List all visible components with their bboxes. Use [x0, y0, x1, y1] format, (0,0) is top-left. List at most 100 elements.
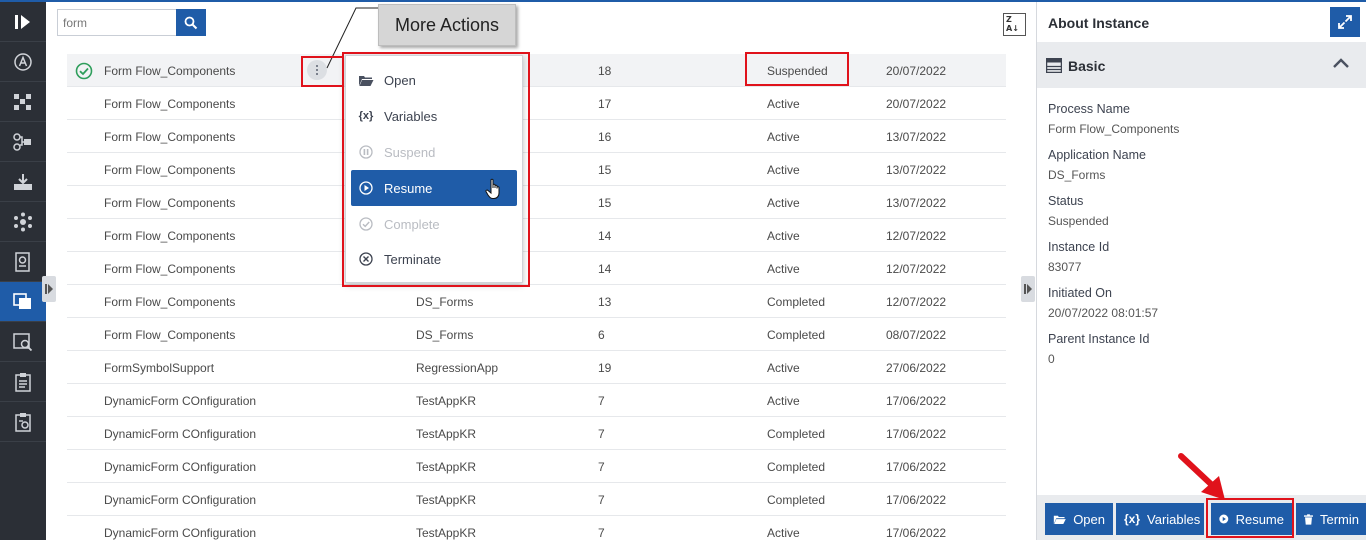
date: 17/06/2022: [886, 394, 947, 408]
flow-icon: [13, 132, 31, 151]
instance-count: 7: [598, 427, 605, 441]
date: 13/07/2022: [886, 130, 947, 144]
process-map-icon: [14, 93, 31, 110]
process-name: DynamicForm COnfiguration: [104, 493, 257, 507]
process-name: Form Flow_Components: [104, 295, 236, 309]
field-value: Form Flow_Components: [1048, 122, 1180, 136]
folder-open-icon: [359, 75, 374, 86]
table-row[interactable]: FormSymbolSupport RegressionApp 19 Activ…: [67, 351, 1006, 384]
instance-count: 13: [598, 295, 612, 309]
red-arrow-icon: [1178, 453, 1225, 500]
chevron-up-icon: [1333, 58, 1349, 68]
table-row[interactable]: DynamicForm COnfiguration TestAppKR 7 Co…: [67, 450, 1006, 483]
instance-count: 17: [598, 97, 612, 111]
menu-item-label: Suspend: [384, 144, 436, 160]
rail-item-reports[interactable]: [0, 242, 46, 282]
process-name: Form Flow_Components: [104, 130, 236, 144]
status: Active: [767, 262, 800, 276]
table-row[interactable]: Form Flow_Components DS_Forms 6 Complete…: [67, 318, 1006, 351]
process-name: Form Flow_Components: [104, 328, 236, 342]
table-row[interactable]: DynamicForm COnfiguration TestAppKR 7 Co…: [67, 483, 1006, 516]
table-row[interactable]: Form Flow_Components 17 Active 20/07/202…: [67, 87, 1006, 120]
field-value: 0: [1048, 352, 1055, 366]
resume-button-label: Resume: [1235, 511, 1284, 527]
trash-icon: [1304, 513, 1313, 525]
date: 12/07/2022: [886, 229, 947, 243]
table-row[interactable]: Form Flow_Components DS_Forms 13 Complet…: [67, 285, 1006, 318]
process-name: DynamicForm COnfiguration: [104, 526, 257, 540]
instance-table: Form Flow_Components 18 Suspended 20/07/…: [67, 54, 1006, 540]
field-value: 20/07/2022 08:01:57: [1048, 306, 1159, 320]
status: Active: [767, 526, 800, 540]
process-name: DynamicForm COnfiguration: [104, 394, 257, 408]
expand-left-panel-handle[interactable]: [42, 276, 56, 302]
status: Active: [767, 229, 800, 243]
date: 17/06/2022: [886, 427, 947, 441]
instances-icon: [13, 292, 31, 309]
network-icon: [14, 212, 32, 231]
download-tray-icon: [14, 173, 32, 190]
table-row[interactable]: DynamicForm COnfiguration TestAppKR 7 Co…: [67, 417, 1006, 450]
menu-item-terminate[interactable]: Terminate: [351, 241, 517, 277]
section-table-icon: [1046, 58, 1062, 73]
basic-section-header[interactable]: Basic: [1037, 42, 1366, 88]
sort-z-a-button[interactable]: Z A↓: [1003, 13, 1026, 36]
status: Completed: [767, 460, 826, 474]
status: Suspended: [767, 64, 828, 78]
process-name: FormSymbolSupport: [104, 361, 215, 375]
rail-item-network[interactable]: [0, 202, 46, 242]
menu-item-open[interactable]: Open: [351, 62, 517, 98]
menu-item-label: Open: [384, 72, 416, 88]
variables-button-label: Variables: [1147, 511, 1201, 527]
table-row[interactable]: Form Flow_Components 14 Active 12/07/202…: [67, 252, 1006, 285]
rail-item-flow[interactable]: [0, 122, 46, 162]
rail-item-deploy[interactable]: [0, 162, 46, 202]
resume-button[interactable]: Resume: [1211, 503, 1292, 535]
process-name: DynamicForm COnfiguration: [104, 460, 257, 474]
variables-icon: {x}: [358, 110, 374, 122]
date: 12/07/2022: [886, 262, 947, 276]
application-name: DS_Forms: [416, 328, 474, 342]
menu-item-variables[interactable]: {x} Variables: [351, 98, 517, 134]
table-row[interactable]: DynamicForm COnfiguration TestAppKR 7 Ac…: [67, 516, 1006, 540]
panel-title: About Instance: [1048, 15, 1150, 31]
rail-item-tasks[interactable]: [0, 362, 46, 402]
date: 17/06/2022: [886, 460, 947, 474]
instance-count: 15: [598, 196, 612, 210]
open-button-label: Open: [1073, 511, 1105, 527]
rail-item-search-list[interactable]: [0, 322, 46, 362]
date: 17/06/2022: [886, 526, 947, 540]
instance-count: 6: [598, 328, 605, 342]
play-icon: [359, 181, 373, 195]
process-name: Form Flow_Components: [104, 163, 236, 177]
collapse-right-panel-handle[interactable]: [1021, 276, 1035, 302]
variables-button[interactable]: {x} Variables: [1116, 503, 1204, 535]
open-button[interactable]: Open: [1045, 503, 1113, 535]
application-name: TestAppKR: [416, 394, 477, 408]
menu-item-label: Resume: [384, 180, 433, 196]
status: Completed: [767, 328, 826, 342]
field-label: Application Name: [1048, 148, 1146, 162]
rail-item-task-settings[interactable]: [0, 402, 46, 442]
maximize-panel-button[interactable]: [1330, 7, 1360, 37]
instance-count: 15: [598, 163, 612, 177]
date: 13/07/2022: [886, 196, 947, 210]
document-gear-icon: [15, 251, 30, 272]
sort-icon: Z A↓: [1006, 15, 1019, 33]
folder-open-icon: [1053, 515, 1066, 524]
status: Active: [767, 97, 800, 111]
menu-item-resume[interactable]: Resume: [351, 170, 517, 206]
instance-count: 7: [598, 394, 605, 408]
table-row[interactable]: Form Flow_Components 16 Active 13/07/202…: [67, 120, 1006, 153]
table-row[interactable]: Form Flow_Components 14 Active 12/07/202…: [67, 219, 1006, 252]
application-name: TestAppKR: [416, 526, 477, 540]
table-row[interactable]: Form Flow_Components 15 Active 13/07/202…: [67, 153, 1006, 186]
instance-count: 7: [598, 526, 605, 540]
menu-item-complete: Complete: [351, 206, 517, 242]
table-row[interactable]: DynamicForm COnfiguration TestAppKR 7 Ac…: [67, 384, 1006, 417]
rail-item-instances[interactable]: [0, 282, 46, 322]
terminate-button[interactable]: Termin: [1296, 503, 1366, 535]
status: Active: [767, 196, 800, 210]
table-row[interactable]: Form Flow_Components 15 Active 13/07/202…: [67, 186, 1006, 219]
instance-count: 7: [598, 460, 605, 474]
